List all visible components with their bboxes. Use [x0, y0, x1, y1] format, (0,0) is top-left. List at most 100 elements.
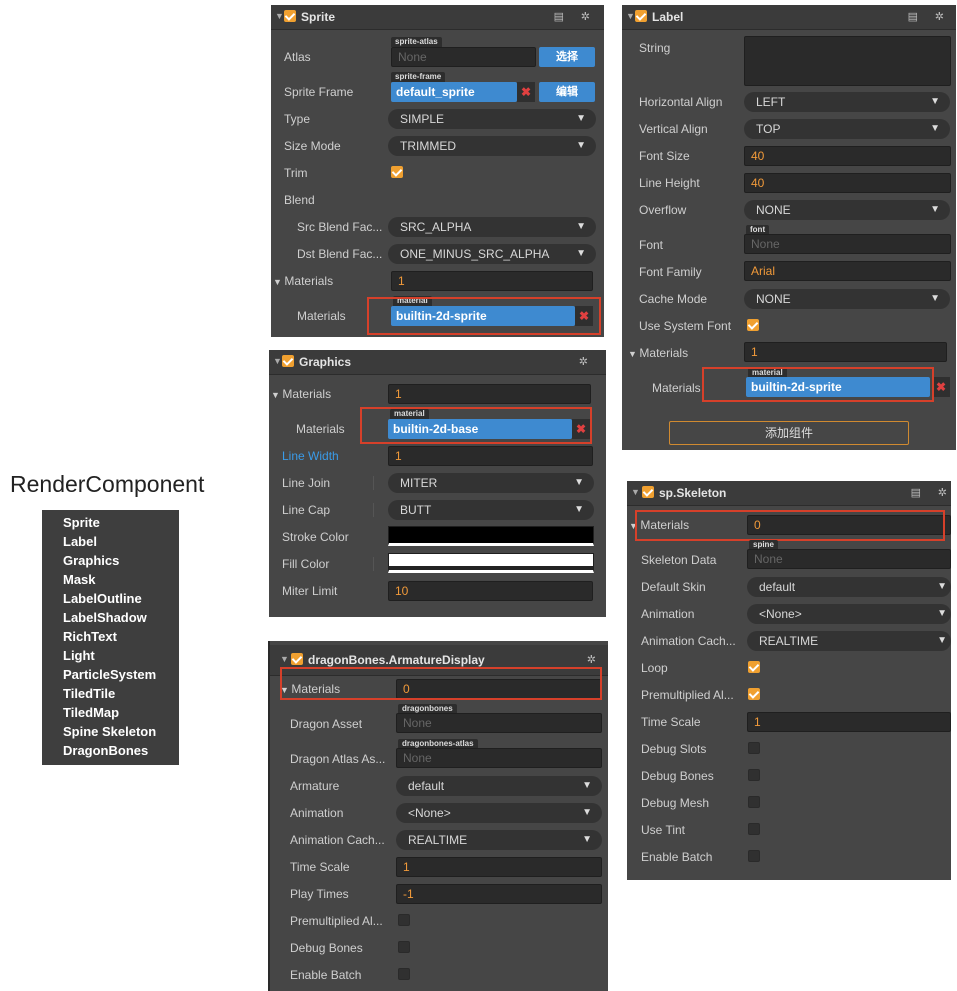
line-height-field[interactable]: 40 — [744, 173, 951, 193]
menu-item-graphics[interactable]: Graphics — [63, 553, 119, 568]
font-field[interactable]: None — [744, 234, 951, 254]
animation-select[interactable]: <None> ▼ — [747, 604, 951, 624]
collapse-arrow-icon[interactable]: ▼ — [626, 11, 635, 21]
clear-icon[interactable]: ✖ — [517, 82, 535, 102]
enabled-checkbox[interactable] — [291, 653, 303, 665]
enable-batch-checkbox[interactable] — [398, 968, 410, 980]
gear-icon[interactable]: ✲ — [581, 10, 590, 23]
gear-icon[interactable]: ✲ — [587, 653, 596, 666]
premultiplied-checkbox[interactable] — [748, 688, 760, 700]
menu-item-mask[interactable]: Mask — [63, 572, 96, 587]
collapse-arrow-icon[interactable]: ▼ — [631, 487, 640, 497]
sprite-header: ▼ Sprite ▤ ✲ — [271, 5, 604, 30]
src-blend-select[interactable]: SRC_ALPHA ▼ — [388, 217, 596, 237]
collapse-arrow-icon[interactable]: ▼ — [280, 654, 289, 664]
materials-count-field[interactable]: 1 — [391, 271, 593, 291]
enabled-checkbox[interactable] — [284, 10, 296, 22]
materials-group-label[interactable]: ▼ Materials — [271, 387, 331, 401]
trim-checkbox[interactable] — [391, 166, 403, 178]
debug-bones-checkbox[interactable] — [398, 941, 410, 953]
font-family-label: Font Family — [639, 265, 702, 279]
dropdown-icon: ▼ — [576, 113, 586, 124]
book-icon[interactable]: ▤ — [554, 10, 564, 23]
skeleton-data-field[interactable]: None — [747, 549, 951, 569]
size-mode-select[interactable]: TRIMMED ▼ — [388, 136, 596, 156]
atlas-field[interactable]: None — [391, 47, 536, 67]
clear-icon[interactable]: ✖ — [932, 377, 950, 397]
menu-item-light[interactable]: Light — [63, 648, 95, 663]
v-align-select[interactable]: TOP ▼ — [744, 119, 950, 139]
enabled-checkbox[interactable] — [642, 486, 654, 498]
atlas-tag: sprite-atlas — [391, 37, 442, 47]
dragon-asset-field[interactable]: None — [396, 713, 602, 733]
play-times-field[interactable]: -1 — [396, 884, 602, 904]
time-scale-field[interactable]: 1 — [747, 712, 951, 732]
string-textarea[interactable] — [744, 36, 951, 86]
menu-item-tiledmap[interactable]: TiledMap — [63, 705, 119, 720]
debug-bones-checkbox[interactable] — [748, 769, 760, 781]
sprite-frame-field[interactable]: default_sprite — [391, 82, 517, 102]
armature-select[interactable]: default ▼ — [396, 776, 602, 796]
loop-checkbox[interactable] — [748, 661, 760, 673]
menu-item-dragonbones[interactable]: DragonBones — [63, 743, 148, 758]
use-system-font-label: Use System Font — [639, 319, 732, 333]
menu-item-tiledtile[interactable]: TiledTile — [63, 686, 115, 701]
materials-group-label[interactable]: ▼ Materials — [273, 274, 333, 288]
gear-icon[interactable]: ✲ — [938, 486, 947, 499]
dragonbones-title: dragonBones.ArmatureDisplay — [308, 653, 485, 667]
collapse-arrow-icon[interactable]: ▼ — [273, 356, 282, 366]
menu-item-particlesystem[interactable]: ParticleSystem — [63, 667, 156, 682]
default-skin-select[interactable]: default ▼ — [747, 577, 951, 597]
materials-group-label[interactable]: ▼ Materials — [628, 346, 688, 360]
type-select[interactable]: SIMPLE ▼ — [388, 109, 596, 129]
animation-cache-select[interactable]: REALTIME ▼ — [747, 631, 951, 651]
use-tint-checkbox[interactable] — [748, 823, 760, 835]
dst-blend-select[interactable]: ONE_MINUS_SRC_ALPHA ▼ — [388, 244, 596, 264]
time-scale-field[interactable]: 1 — [396, 857, 602, 877]
atlas-select-button[interactable]: 选择 — [539, 47, 595, 67]
miter-limit-field[interactable]: 10 — [388, 581, 593, 601]
fill-color-swatch[interactable] — [388, 553, 594, 573]
menu-item-richtext[interactable]: RichText — [63, 629, 117, 644]
line-width-field[interactable]: 1 — [388, 446, 593, 466]
overflow-select[interactable]: NONE ▼ — [744, 200, 950, 220]
enabled-checkbox[interactable] — [282, 355, 294, 367]
stroke-color-swatch[interactable] — [388, 526, 594, 546]
enable-batch-checkbox[interactable] — [748, 850, 760, 862]
font-family-field[interactable]: Arial — [744, 261, 951, 281]
book-icon[interactable]: ▤ — [911, 486, 921, 499]
line-join-select[interactable]: MITER ▼ — [388, 473, 594, 493]
premultiplied-checkbox[interactable] — [398, 914, 410, 926]
gear-icon[interactable]: ✲ — [935, 10, 944, 23]
book-icon[interactable]: ▤ — [908, 10, 918, 23]
sprite-frame-edit-button[interactable]: 编辑 — [539, 82, 595, 102]
menu-item-sprite[interactable]: Sprite — [63, 515, 100, 530]
menu-item-labelshadow[interactable]: LabelShadow — [63, 610, 147, 625]
add-component-button[interactable]: 添加组件 — [669, 421, 909, 445]
debug-bones-label: Debug Bones — [641, 769, 714, 783]
font-size-field[interactable]: 40 — [744, 146, 951, 166]
h-align-select[interactable]: LEFT ▼ — [744, 92, 950, 112]
render-component-title: RenderComponent — [10, 471, 205, 497]
animation-select[interactable]: <None> ▼ — [396, 803, 602, 823]
menu-item-label[interactable]: Label — [63, 534, 97, 549]
collapse-arrow-icon[interactable]: ▼ — [275, 11, 284, 21]
debug-slots-checkbox[interactable] — [748, 742, 760, 754]
dragon-asset-label: Dragon Asset — [290, 717, 363, 731]
debug-mesh-checkbox[interactable] — [748, 796, 760, 808]
animation-cache-select[interactable]: REALTIME ▼ — [396, 830, 602, 850]
menu-item-labeloutline[interactable]: LabelOutline — [63, 591, 142, 606]
dragon-atlas-field[interactable]: None — [396, 748, 602, 768]
play-times-label: Play Times — [290, 887, 349, 901]
use-system-font-checkbox[interactable] — [747, 319, 759, 331]
line-cap-select[interactable]: BUTT ▼ — [388, 500, 594, 520]
menu-item-spine-skeleton[interactable]: Spine Skeleton — [63, 724, 156, 739]
gear-icon[interactable]: ✲ — [579, 355, 588, 368]
cache-mode-select[interactable]: NONE ▼ — [744, 289, 950, 309]
divider — [373, 557, 374, 571]
materials-count-field[interactable]: 1 — [744, 342, 947, 362]
materials-count-field[interactable]: 1 — [388, 384, 591, 404]
premultiplied-label: Premultiplied Al... — [290, 914, 383, 928]
sprite-frame-tag: sprite-frame — [391, 72, 446, 82]
enabled-checkbox[interactable] — [635, 10, 647, 22]
